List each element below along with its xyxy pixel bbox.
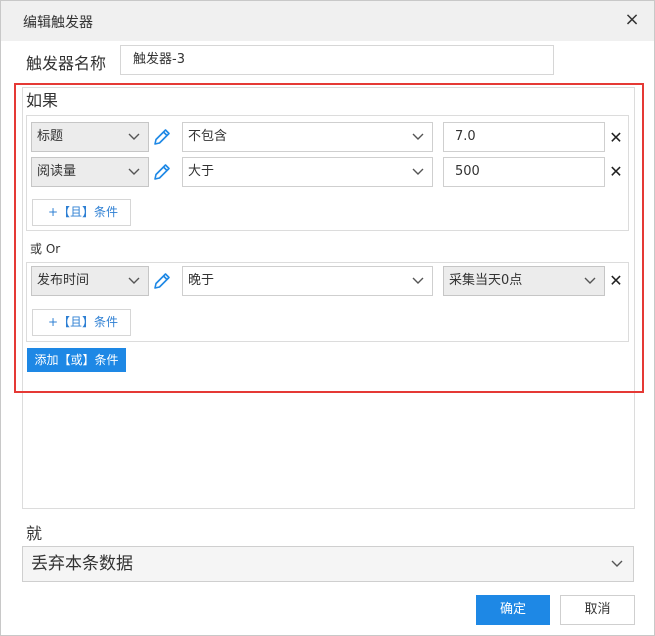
chevron-down-icon xyxy=(128,267,140,295)
condition-value-input[interactable]: 500 xyxy=(443,157,605,187)
dialog-titlebar: 编辑触发器 × xyxy=(1,1,654,41)
selected-operator: 晚于 xyxy=(188,273,215,288)
chevron-down-icon xyxy=(611,547,623,581)
chevron-down-icon xyxy=(412,267,424,295)
selected-operator: 不包含 xyxy=(188,129,228,144)
chevron-down-icon xyxy=(128,123,140,151)
cancel-button[interactable]: 取消 xyxy=(560,595,635,625)
selected-field: 发布时间 xyxy=(37,273,90,288)
or-separator: 或 Or xyxy=(30,242,61,256)
selected-operator: 大于 xyxy=(188,164,215,179)
trigger-name-input[interactable]: 触发器-3 xyxy=(120,45,554,75)
edit-pencil-icon[interactable] xyxy=(151,126,173,148)
trigger-name-label: 触发器名称 xyxy=(26,54,107,73)
delete-condition-icon[interactable]: ✕ xyxy=(609,130,623,146)
edit-pencil-icon[interactable] xyxy=(151,161,173,183)
edit-pencil-icon[interactable] xyxy=(151,270,173,292)
condition-field-select[interactable]: 发布时间 xyxy=(31,266,149,296)
condition-field-select[interactable]: 标题 xyxy=(31,122,149,152)
condition-value-select[interactable]: 采集当天0点 xyxy=(443,266,605,296)
if-label: 如果 xyxy=(26,91,59,110)
chevron-down-icon xyxy=(128,158,140,186)
condition-field-select[interactable]: 阅读量 xyxy=(31,157,149,187)
action-select[interactable]: 丢弃本条数据 xyxy=(22,546,634,582)
selected-field: 标题 xyxy=(37,129,64,144)
condition-operator-select[interactable]: 不包含 xyxy=(182,122,433,152)
chevron-down-icon xyxy=(584,267,596,295)
chevron-down-icon xyxy=(412,158,424,186)
condition-value-input[interactable]: 7.0 xyxy=(443,122,605,152)
add-and-condition-button[interactable]: +【且】条件 xyxy=(32,309,132,336)
edit-trigger-dialog: 编辑触发器 × 触发器名称 触发器-3 如果 标题 不包含 7.0 ✕ 阅读量 … xyxy=(0,0,655,636)
confirm-button[interactable]: 确定 xyxy=(476,595,550,625)
then-label: 就 xyxy=(26,524,43,543)
delete-condition-icon[interactable]: ✕ xyxy=(609,273,623,289)
selected-value: 采集当天0点 xyxy=(449,273,523,288)
condition-operator-select[interactable]: 大于 xyxy=(182,157,433,187)
selected-action: 丢弃本条数据 xyxy=(31,554,133,574)
delete-condition-icon[interactable]: ✕ xyxy=(609,164,623,180)
close-icon[interactable]: × xyxy=(621,9,643,31)
add-and-condition-button[interactable]: +【且】条件 xyxy=(32,199,132,226)
condition-operator-select[interactable]: 晚于 xyxy=(182,266,433,296)
dialog-title: 编辑触发器 xyxy=(23,15,93,31)
selected-field: 阅读量 xyxy=(37,164,77,179)
chevron-down-icon xyxy=(412,123,424,151)
add-or-condition-button[interactable]: 添加【或】条件 xyxy=(27,348,126,372)
